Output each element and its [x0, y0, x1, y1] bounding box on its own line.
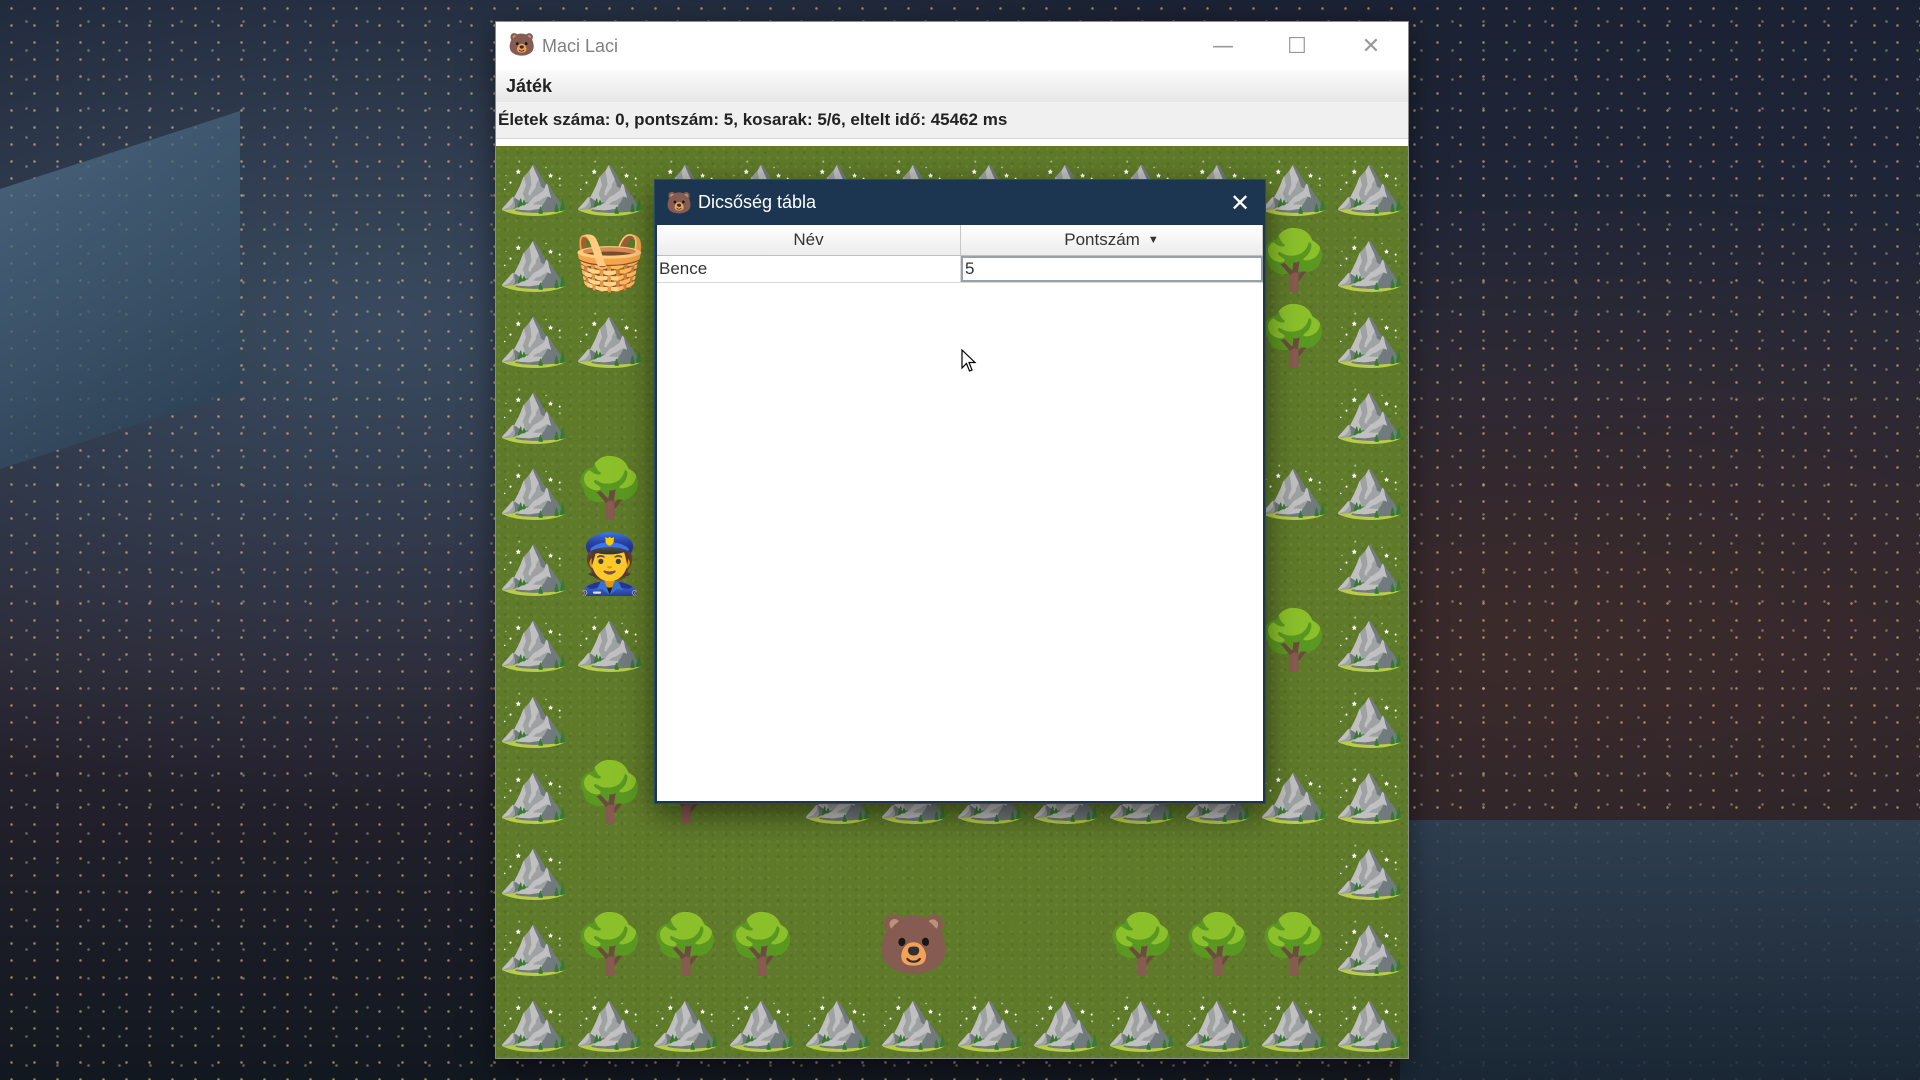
tree-icon: 🌳 — [649, 910, 723, 978]
mountain-icon: ⛰️ — [497, 834, 571, 902]
mountain-icon: ⛰️ — [497, 454, 571, 522]
tree-icon: 🌳 — [573, 454, 647, 522]
tree-icon: 🌳 — [573, 758, 647, 826]
tree-icon: 🌳 — [1257, 226, 1331, 294]
mountain-icon: ⛰️ — [1257, 150, 1331, 218]
tree-icon: 🌳 — [1181, 910, 1255, 978]
window-titlebar[interactable]: 🐻 Maci Laci — ☐ ✕ — [496, 22, 1408, 70]
window-title: Maci Laci — [542, 35, 619, 56]
mountain-icon: ⛰️ — [573, 150, 647, 218]
column-header-score[interactable]: Pontszám ▼ — [961, 225, 1263, 255]
status-bar: Életek száma: 0, pontszám: 5, kosarak: 5… — [496, 102, 1408, 139]
basket-icon: 🧺 — [573, 226, 647, 294]
table-header: Név Pontszám ▼ — [657, 225, 1263, 256]
mountain-icon: ⛰️ — [497, 302, 571, 370]
mountain-icon: ⛰️ — [1333, 682, 1407, 750]
mountain-icon: ⛰️ — [497, 606, 571, 674]
status-text: Életek száma: 0, pontszám: 5, kosarak: 5… — [498, 110, 1008, 129]
mountain-icon: ⛰️ — [1333, 834, 1407, 902]
mountain-icon: ⛰️ — [1105, 986, 1179, 1054]
minimize-button[interactable]: — — [1186, 22, 1260, 70]
mountain-icon: ⛰️ — [1333, 226, 1407, 294]
mountain-icon: ⛰️ — [801, 986, 875, 1054]
bear-face-icon: 🐻 — [508, 33, 536, 58]
mountain-icon: ⛰️ — [1333, 758, 1407, 826]
dialog-title: Dicsőség tábla — [698, 192, 817, 212]
column-header-name[interactable]: Név — [657, 225, 961, 255]
mountain-icon: ⛰️ — [1181, 986, 1255, 1054]
mountain-icon: ⛰️ — [1333, 606, 1407, 674]
bear-icon: 🐻 — [877, 910, 951, 978]
column-header-name-label: Név — [793, 230, 824, 249]
cell-name[interactable]: Bence — [657, 256, 961, 282]
mountain-icon: ⛰️ — [649, 986, 723, 1054]
tree-icon: 🌳 — [573, 910, 647, 978]
sort-descending-icon: ▼ — [1147, 234, 1159, 246]
tree-icon: 🌳 — [725, 910, 799, 978]
mountain-icon: ⛰️ — [1333, 530, 1407, 598]
table-row[interactable]: Bence 5 — [657, 256, 1263, 283]
mountain-icon: ⛰️ — [497, 150, 571, 218]
wallpaper-river-right — [1400, 820, 1920, 1080]
maximize-button[interactable]: ☐ — [1260, 22, 1334, 70]
dialog-close-button[interactable]: ✕ — [1215, 180, 1265, 225]
mountain-icon: ⛰️ — [953, 986, 1027, 1054]
wallpaper-river-left — [0, 111, 240, 469]
dialog-titlebar[interactable]: 🐻 Dicsőség tábla ✕ — [655, 180, 1265, 225]
tree-icon: 🌳 — [1257, 606, 1331, 674]
mountain-icon: ⛰️ — [1333, 378, 1407, 446]
menu-bar: Játék — [496, 70, 1408, 102]
mountain-icon: ⛰️ — [497, 682, 571, 750]
dialog-body: Név Pontszám ▼ Bence 5 — [657, 225, 1263, 801]
ranger-icon: 👮 — [573, 530, 647, 598]
window-controls: — ☐ ✕ — [1186, 22, 1408, 70]
cell-score[interactable]: 5 — [961, 256, 1263, 282]
mountain-icon: ⛰️ — [725, 986, 799, 1054]
tree-icon: 🌳 — [1257, 910, 1331, 978]
mountain-icon: ⛰️ — [497, 378, 571, 446]
mountain-icon: ⛰️ — [573, 986, 647, 1054]
hall-of-fame-dialog: 🐻 Dicsőség tábla ✕ Név Pontszám ▼ Bence … — [655, 180, 1265, 803]
tree-icon: 🌳 — [1105, 910, 1179, 978]
mountain-icon: ⛰️ — [1333, 454, 1407, 522]
mouse-pointer-icon — [961, 349, 977, 372]
bear-face-icon: 🐻 — [666, 190, 693, 215]
mountain-icon: ⛰️ — [1029, 986, 1103, 1054]
mountain-icon: ⛰️ — [497, 530, 571, 598]
mountain-icon: ⛰️ — [1333, 910, 1407, 978]
mountain-icon: ⛰️ — [1257, 454, 1331, 522]
tree-icon: 🌳 — [1257, 302, 1331, 370]
column-header-score-label: Pontszám — [1064, 230, 1140, 249]
mountain-icon: ⛰️ — [497, 758, 571, 826]
mountain-icon: ⛰️ — [573, 302, 647, 370]
mountain-icon: ⛰️ — [1333, 986, 1407, 1054]
mountain-icon: ⛰️ — [1333, 150, 1407, 218]
mountain-icon: ⛰️ — [1257, 986, 1331, 1054]
mountain-icon: ⛰️ — [497, 986, 571, 1054]
menu-item-jatek[interactable]: Játék — [506, 76, 552, 97]
mountain-icon: ⛰️ — [497, 910, 571, 978]
close-button[interactable]: ✕ — [1334, 22, 1408, 70]
mountain-icon: ⛰️ — [1257, 758, 1331, 826]
mountain-icon: ⛰️ — [573, 606, 647, 674]
mountain-icon: ⛰️ — [497, 226, 571, 294]
mountain-icon: ⛰️ — [877, 986, 951, 1054]
mountain-icon: ⛰️ — [1333, 302, 1407, 370]
